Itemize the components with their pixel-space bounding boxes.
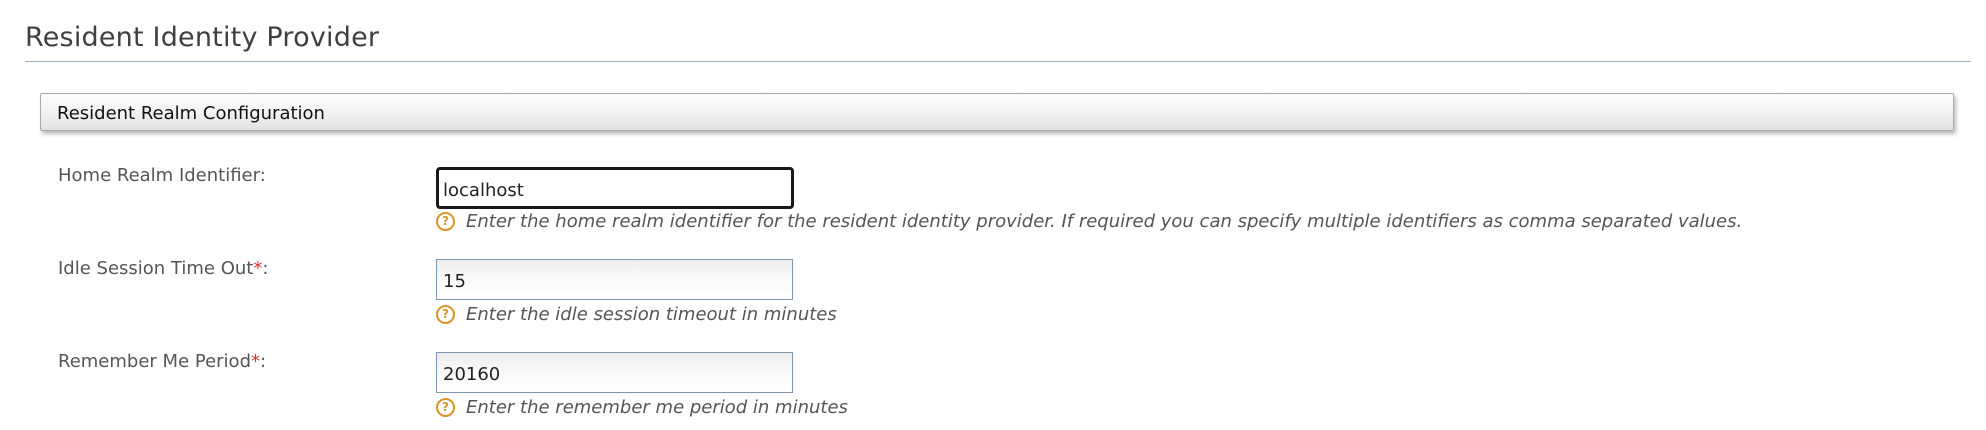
remember-me-label-text: Remember Me Period [58,351,251,372]
label-suffix: : [260,351,267,372]
title-divider [25,61,1971,62]
home-realm-help-text: Enter the home realm identifier for the … [466,211,1743,232]
required-mark: * [253,258,263,279]
idle-timeout-help-text: Enter the idle session timeout in minute… [466,304,837,325]
remember-me-label: Remember Me Period*: [58,351,266,372]
help-icon: ? [436,398,455,417]
idle-timeout-label-text: Idle Session Time Out [58,258,254,279]
home-realm-label: Home Realm Identifier: [58,165,266,186]
resident-idp-page: Resident Identity Provider Resident Real… [0,0,1986,430]
remember-me-input[interactable] [436,352,793,393]
section-header-resident-realm[interactable]: Resident Realm Configuration [40,93,1954,131]
help-icon: ? [436,212,455,231]
idle-timeout-label: Idle Session Time Out*: [58,258,268,279]
required-mark: * [251,351,260,372]
section-title: Resident Realm Configuration [57,103,325,124]
page-title: Resident Identity Provider [25,22,380,53]
remember-me-help-text: Enter the remember me period in minutes [466,397,848,418]
idle-timeout-input[interactable] [436,259,793,300]
help-icon: ? [436,305,455,324]
label-suffix: : [262,258,269,279]
home-realm-input[interactable] [436,167,794,209]
home-realm-label-text: Home Realm Identifier: [58,165,266,186]
